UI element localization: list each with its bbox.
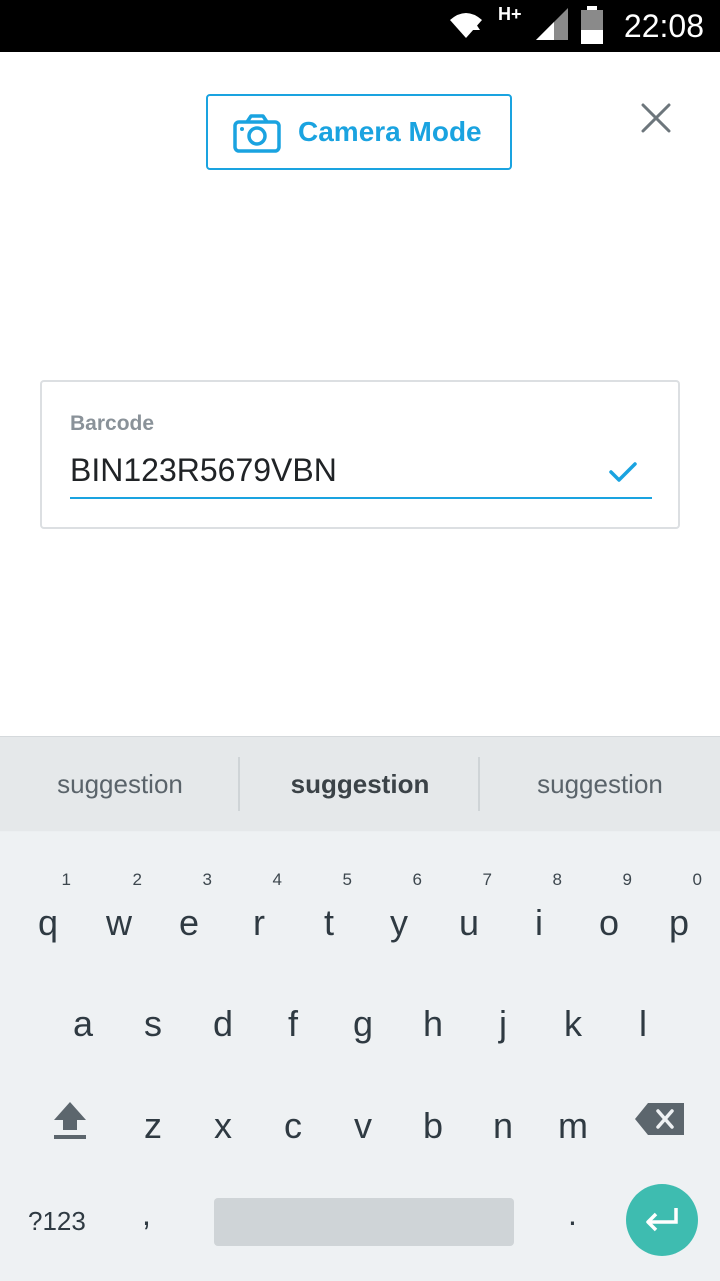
- key-label: c: [284, 1105, 302, 1146]
- key-label: m: [558, 1105, 588, 1146]
- key-z[interactable]: z: [118, 1068, 188, 1158]
- period-key[interactable]: .: [568, 1196, 577, 1233]
- camera-icon: [233, 114, 281, 153]
- key-x[interactable]: x: [188, 1068, 258, 1158]
- key-label: k: [564, 1003, 582, 1044]
- signal-icon: [536, 8, 568, 40]
- key-v[interactable]: v: [328, 1068, 398, 1158]
- key-u[interactable]: 7u: [434, 865, 504, 955]
- key-label: t: [323, 902, 334, 943]
- key-label: x: [214, 1105, 232, 1146]
- key-label: d: [212, 1003, 234, 1044]
- key-y[interactable]: 6y: [364, 865, 434, 955]
- key-i[interactable]: 8i: [504, 865, 574, 955]
- space-bar[interactable]: [214, 1198, 514, 1246]
- battery-icon: [581, 6, 603, 44]
- key-n[interactable]: n: [468, 1068, 538, 1158]
- key-label: f: [287, 1003, 298, 1044]
- wifi-icon: [450, 13, 482, 38]
- key-m[interactable]: m: [538, 1068, 608, 1158]
- key-a[interactable]: a: [48, 966, 118, 1056]
- key-label: l: [639, 1003, 647, 1044]
- key-q[interactable]: 1q: [13, 865, 83, 955]
- key-d[interactable]: d: [188, 966, 258, 1056]
- check-icon: [609, 462, 637, 482]
- key-hint: 1: [61, 870, 71, 889]
- suggestion-strip: suggestion suggestion suggestion: [0, 737, 720, 831]
- suggestion-right[interactable]: suggestion: [480, 737, 720, 831]
- key-o[interactable]: 9o: [574, 865, 644, 955]
- key-label: s: [144, 1003, 162, 1044]
- key-label: j: [499, 1003, 507, 1044]
- key-label: b: [422, 1105, 444, 1146]
- key-hint: 9: [622, 870, 632, 889]
- key-hint: 8: [552, 870, 562, 889]
- key-j[interactable]: j: [468, 966, 538, 1056]
- key-label: e: [178, 902, 200, 943]
- suggestion-left[interactable]: suggestion: [0, 737, 240, 831]
- key-c[interactable]: c: [258, 1068, 328, 1158]
- key-g[interactable]: g: [328, 966, 398, 1056]
- key-e[interactable]: 3e: [154, 865, 224, 955]
- backspace-icon[interactable]: [634, 1101, 686, 1137]
- barcode-input[interactable]: [70, 448, 580, 492]
- camera-mode-button[interactable]: Camera Mode: [206, 94, 512, 170]
- key-hint: 6: [412, 870, 422, 889]
- key-label: v: [354, 1105, 372, 1146]
- key-hint: 0: [692, 870, 702, 889]
- key-label: y: [390, 902, 408, 943]
- key-hint: 5: [342, 870, 352, 889]
- key-hint: 2: [132, 870, 142, 889]
- key-t[interactable]: 5t: [294, 865, 364, 955]
- enter-key[interactable]: [626, 1184, 698, 1256]
- key-label: w: [106, 902, 132, 943]
- comma-key[interactable]: ,: [142, 1196, 151, 1233]
- barcode-label: Barcode: [70, 412, 155, 435]
- key-hint: 7: [482, 870, 492, 889]
- key-k[interactable]: k: [538, 966, 608, 1056]
- shift-icon[interactable]: [48, 1098, 92, 1142]
- key-label: z: [144, 1105, 162, 1146]
- key-f[interactable]: f: [258, 966, 328, 1056]
- suggestion-middle[interactable]: suggestion: [240, 737, 480, 831]
- key-label: i: [535, 902, 543, 943]
- key-label: o: [598, 902, 620, 943]
- key-b[interactable]: b: [398, 1068, 468, 1158]
- key-hint: 4: [272, 870, 282, 889]
- key-hint: 3: [202, 870, 212, 889]
- close-icon[interactable]: [638, 100, 674, 136]
- barcode-card: Barcode: [40, 380, 680, 529]
- key-p[interactable]: 0p: [644, 865, 714, 955]
- status-time: 22:08: [623, 8, 704, 44]
- key-r[interactable]: 4r: [224, 865, 294, 955]
- key-label: q: [37, 902, 59, 943]
- key-label: n: [492, 1105, 514, 1146]
- status-bar: H+ 22:08: [0, 0, 720, 52]
- network-type-label: H+: [498, 4, 522, 24]
- key-l[interactable]: l: [608, 966, 678, 1056]
- key-label: r: [253, 902, 265, 943]
- key-label: u: [458, 902, 480, 943]
- key-s[interactable]: s: [118, 966, 188, 1056]
- key-label: h: [422, 1003, 444, 1044]
- key-label: p: [668, 902, 690, 943]
- key-w[interactable]: 2w: [84, 865, 154, 955]
- key-label: g: [352, 1003, 374, 1044]
- symbols-key[interactable]: ?123: [28, 1206, 86, 1237]
- key-h[interactable]: h: [398, 966, 468, 1056]
- enter-icon: [646, 1208, 678, 1232]
- barcode-input-underline: [70, 497, 652, 499]
- key-label: a: [72, 1003, 94, 1044]
- camera-mode-label: Camera Mode: [298, 116, 482, 147]
